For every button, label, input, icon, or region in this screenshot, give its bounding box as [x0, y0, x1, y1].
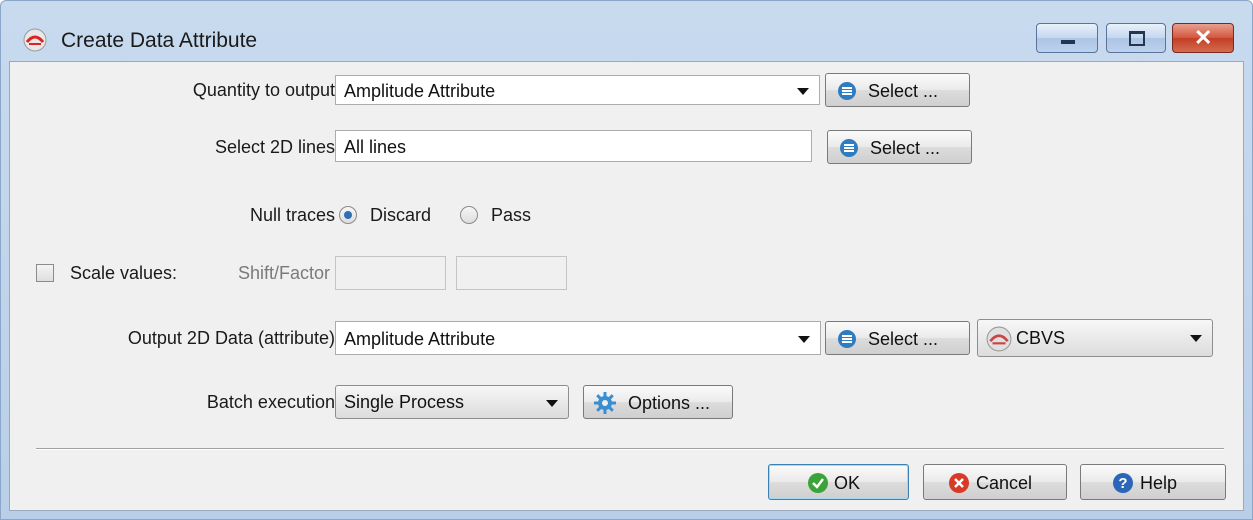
batch-options-button[interactable]: Options ...	[583, 385, 733, 419]
shift-factor-label: Shift/Factor	[237, 263, 330, 283]
ok-label: OK	[834, 473, 861, 493]
output-label: Output 2D Data (attribute)	[127, 328, 335, 348]
help-icon: ?	[1112, 472, 1134, 499]
null-traces-discard-label[interactable]: Discard	[370, 204, 431, 226]
dialog-body: Quantity to output Amplitude Attribute S…	[9, 61, 1244, 511]
quantity-select-label: Select ...	[868, 81, 939, 101]
minimize-button[interactable]	[1036, 23, 1098, 53]
batch-label: Batch execution	[206, 392, 335, 412]
check-icon	[807, 472, 829, 499]
title-bar[interactable]: Create Data Attribute ✕	[1, 1, 1252, 61]
chevron-down-icon	[797, 88, 809, 95]
lines-select-button[interactable]: Select ...	[827, 130, 972, 164]
dialog-window: Create Data Attribute ✕ Quantity to outp…	[0, 0, 1253, 520]
output-combobox[interactable]: Amplitude Attribute	[335, 321, 821, 355]
footer-separator	[36, 448, 1224, 450]
maximize-icon	[1129, 31, 1145, 46]
quantity-select-button[interactable]: Select ...	[825, 73, 970, 107]
null-traces-pass-label[interactable]: Pass	[491, 204, 531, 226]
lines-value: All lines	[344, 137, 407, 157]
null-traces-label: Null traces	[249, 205, 335, 225]
help-button[interactable]: ? Help	[1080, 464, 1226, 500]
factor-field[interactable]	[456, 256, 567, 290]
cancel-button[interactable]: Cancel	[923, 464, 1067, 500]
output-select-button[interactable]: Select ...	[825, 321, 970, 355]
shift-field[interactable]	[335, 256, 446, 290]
quantity-label: Quantity to output	[192, 80, 335, 100]
lines-field[interactable]: All lines	[335, 130, 812, 162]
app-logo-icon	[23, 28, 47, 52]
cancel-label: Cancel	[976, 473, 1033, 493]
lines-select-label: Select ...	[870, 138, 941, 158]
svg-text:?: ?	[1118, 475, 1127, 492]
window-title: Create Data Attribute	[61, 29, 258, 52]
scale-values-checkbox[interactable]	[36, 264, 54, 282]
list-icon	[839, 138, 859, 163]
close-button[interactable]: ✕	[1172, 23, 1234, 53]
gear-icon	[593, 391, 617, 420]
null-traces-discard-radio[interactable]	[339, 206, 357, 224]
cancel-icon	[948, 472, 970, 499]
lines-label: Select 2D lines	[214, 137, 335, 157]
chevron-down-icon	[1190, 335, 1202, 342]
chevron-down-icon	[546, 400, 558, 407]
list-icon	[837, 81, 857, 106]
quantity-value: Amplitude Attribute	[344, 81, 496, 101]
output-format-combobox[interactable]: CBVS	[977, 319, 1213, 357]
help-label: Help	[1140, 473, 1178, 493]
null-traces-pass-radio[interactable]	[460, 206, 478, 224]
maximize-button[interactable]	[1106, 23, 1166, 53]
chevron-down-icon	[798, 336, 810, 343]
quantity-combobox[interactable]: Amplitude Attribute	[335, 75, 820, 105]
output-format-value: CBVS	[1016, 328, 1066, 348]
batch-combobox[interactable]: Single Process	[335, 385, 569, 419]
close-icon: ✕	[1194, 25, 1213, 50]
list-icon	[837, 329, 857, 354]
output-value: Amplitude Attribute	[344, 329, 496, 349]
ok-button[interactable]: OK	[768, 464, 909, 500]
batch-value: Single Process	[344, 392, 465, 412]
minimize-icon	[1061, 40, 1075, 44]
output-select-label: Select ...	[868, 329, 939, 349]
batch-options-label: Options ...	[628, 393, 711, 413]
radio-selected-dot	[344, 211, 352, 219]
app-logo-icon	[986, 326, 1012, 357]
scale-values-label[interactable]: Scale values:	[70, 262, 177, 284]
